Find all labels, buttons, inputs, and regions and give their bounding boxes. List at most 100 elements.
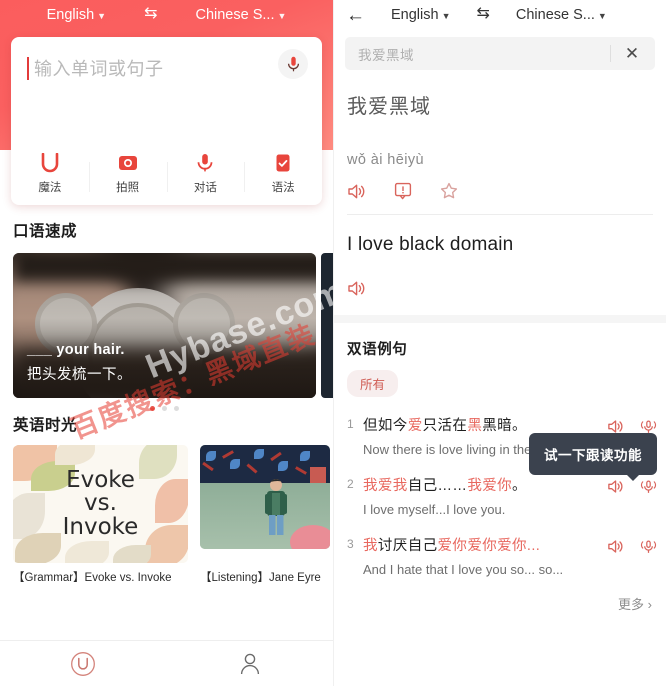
star-icon[interactable] (440, 182, 458, 200)
bottom-nav-profile[interactable] (167, 651, 334, 677)
translate-input-card: 输入单词或句子 魔法 拍照 对话 语法 (11, 37, 322, 205)
bottom-navigation-bar (0, 640, 333, 686)
left-source-language-label: English (46, 7, 95, 23)
example-row: 3 我讨厌自己爱你爱你爱你... And I hate that I love … (334, 534, 666, 577)
more-examples-label: 更多 (618, 597, 645, 612)
example-row: 2 我爱我自己……我爱你。 I love myself...I love you… (334, 474, 666, 517)
carousel-dots (13, 406, 316, 411)
chevron-down-icon: ▼ (441, 11, 451, 21)
examples-filter-chip-all[interactable]: 所有 (347, 370, 399, 397)
content-card-grammar-caption: 【Grammar】Evoke vs. Invoke (13, 572, 172, 584)
source-text-block: 我爱黑域 wǒ ài hēiyù (334, 90, 666, 200)
record-mic-icon[interactable] (640, 479, 657, 495)
feedback-icon[interactable] (394, 182, 412, 200)
record-mic-icon[interactable] (640, 539, 657, 555)
target-text: I love black domain (347, 234, 514, 255)
jane-eyre-illustration (200, 445, 330, 549)
example-number: 1 (347, 417, 354, 431)
arrow-left-icon[interactable]: ← (346, 6, 365, 25)
camera-icon (118, 156, 137, 170)
magic-u-icon (41, 153, 59, 173)
section-title-speaking: 口语速成 (13, 223, 78, 240)
carousel-caption-en: ___ your hair. (27, 342, 125, 358)
microphone-icon (197, 154, 213, 172)
u-logo-icon (71, 651, 96, 676)
left-target-language-selector[interactable]: Chinese S... ▼ (195, 7, 286, 23)
speaking-carousel[interactable]: ___ your hair. 把头发梳一下。 (0, 253, 333, 411)
search-input-value[interactable]: 我爱黑域 (358, 44, 610, 64)
left-panel-home: English ▼ ⇆ Chinese S... ▼ 输入单词或句子 魔法 拍照… (0, 0, 333, 686)
person-illustration-icon (265, 479, 287, 535)
quick-action-camera[interactable]: 拍照 (88, 153, 167, 195)
example-chinese: 我爱我自己……我爱你。 (363, 478, 527, 494)
chevron-down-icon: ▼ (277, 11, 287, 21)
more-examples-link[interactable]: 更多 › (334, 577, 666, 613)
english-time-tiles: Evoke vs. Invoke 【Grammar】Evoke vs. Invo… (0, 435, 333, 585)
microphone-icon (287, 56, 299, 71)
swap-horizontal-icon[interactable]: ⇆ (476, 6, 489, 22)
speaker-icon[interactable] (347, 280, 366, 297)
quick-action-grammar-label: 语法 (271, 182, 295, 194)
example-english: I love myself...I love you. (363, 502, 506, 517)
example-chinese: 但如今爱只活在黑黑暗。 (363, 418, 527, 434)
quick-action-grammar[interactable]: 语法 (244, 153, 322, 195)
right-panel-translation-result: ← English ▼ ⇆ Chinese S... ▼ 我爱黑域 ✕ 我爱黑域… (333, 0, 666, 686)
example-chinese: 我讨厌自己爱你爱你爱你... (363, 538, 541, 554)
carousel-next-slide-peek[interactable] (321, 253, 333, 398)
left-language-bar: English ▼ ⇆ Chinese S... ▼ (0, 0, 333, 30)
voice-input-button[interactable] (278, 49, 308, 79)
translate-input-row[interactable]: 输入单词或句子 (11, 37, 322, 143)
example-english: And I hate that I love you so... so... (363, 562, 564, 577)
carousel-dot-3[interactable] (174, 406, 179, 411)
target-action-icons (347, 280, 653, 297)
swap-horizontal-icon[interactable]: ⇆ (144, 6, 157, 22)
quick-action-magic-label: 魔法 (38, 182, 62, 194)
content-card-grammar[interactable]: Evoke vs. Invoke 【Grammar】Evoke vs. Invo… (13, 445, 188, 585)
translate-input-placeholder: 输入单词或句子 (34, 59, 164, 79)
target-text-block: I love black domain (334, 234, 666, 297)
follow-read-tooltip[interactable]: 试一下跟读功能 (529, 433, 657, 481)
right-source-language-selector[interactable]: English ▼ (391, 7, 450, 23)
search-field[interactable]: 我爱黑域 ✕ (345, 37, 655, 70)
content-card-listening-image (200, 445, 330, 549)
example-body: 我爱我自己……我爱你。 I love myself...I love you. (363, 474, 607, 517)
chevron-right-icon: › (647, 597, 652, 612)
right-target-language-label: Chinese S... (515, 7, 595, 23)
example-actions (607, 534, 657, 577)
floral-illustration: Evoke vs. Invoke (13, 445, 188, 563)
text-caret (27, 57, 29, 80)
section-title-english-time: 英语时光 (13, 417, 78, 434)
speaker-icon[interactable] (347, 183, 366, 200)
quick-action-conversation-label: 对话 (193, 182, 217, 194)
right-source-language-label: English (391, 7, 439, 23)
carousel-dot-1[interactable] (150, 406, 155, 411)
result-divider (347, 214, 653, 215)
carousel-caption-zh: 把头发梳一下。 (27, 367, 132, 383)
content-card-listening[interactable]: 【Listening】Jane Eyre (200, 445, 330, 585)
close-x-icon[interactable]: ✕ (611, 44, 653, 64)
bottom-nav-home[interactable] (0, 651, 167, 677)
left-target-language-label: Chinese S... (195, 7, 275, 23)
carousel-dot-2[interactable] (162, 406, 167, 411)
grammar-document-icon (276, 154, 290, 172)
carousel-slide[interactable]: ___ your hair. 把头发梳一下。 (13, 253, 316, 398)
quick-action-conversation[interactable]: 对话 (166, 153, 245, 195)
person-icon (240, 653, 259, 674)
quick-action-camera-label: 拍照 (116, 182, 140, 194)
chevron-down-icon: ▼ (97, 11, 107, 21)
right-top-bar: ← English ▼ ⇆ Chinese S... ▼ (334, 0, 666, 30)
pinyin-text: wǒ ài hēiyù (347, 152, 424, 168)
left-source-language-selector[interactable]: English ▼ (47, 7, 106, 23)
content-card-grammar-art-text: Evoke vs. Invoke (62, 466, 139, 540)
examples-section-title: 双语例句 (347, 342, 408, 358)
example-number: 3 (347, 537, 354, 551)
speaker-icon[interactable] (607, 419, 624, 434)
quick-action-magic[interactable]: 魔法 (11, 153, 89, 195)
content-card-listening-caption: 【Listening】Jane Eyre (200, 572, 321, 584)
speaker-icon[interactable] (607, 539, 624, 554)
app-root: English ▼ ⇆ Chinese S... ▼ 输入单词或句子 魔法 拍照… (0, 0, 666, 686)
right-target-language-selector[interactable]: Chinese S... ▼ (516, 7, 607, 23)
speaker-icon[interactable] (607, 479, 624, 494)
example-number: 2 (347, 477, 354, 491)
chevron-down-icon: ▼ (597, 11, 607, 21)
